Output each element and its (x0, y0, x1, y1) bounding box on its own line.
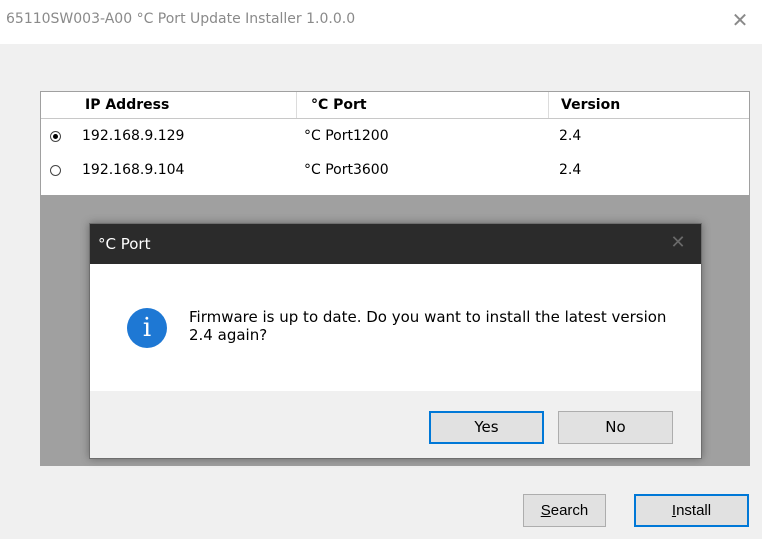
row-version: 2.4 (559, 128, 582, 144)
install-button[interactable]: Install (634, 494, 749, 527)
search-accelerator: S (540, 502, 551, 519)
column-header-version[interactable]: Version (549, 92, 749, 118)
row-port: °C Port3600 (304, 162, 389, 178)
message-dialog: °C Port ✕ i Firmware is up to date. Do y… (89, 223, 702, 459)
info-icon: i (127, 308, 167, 348)
table-row[interactable]: 192.168.9.104 °C Port3600 2.4 (41, 156, 749, 185)
dialog-footer: Yes No (90, 391, 701, 458)
installer-window: 65110SW003-A00 °C Port Update Installer … (0, 0, 762, 539)
column-header-port[interactable]: °C Port (297, 92, 549, 118)
info-icon-glyph: i (142, 313, 152, 343)
install-button-label: nstall (676, 502, 712, 519)
row-ip-address: 192.168.9.129 (82, 128, 185, 144)
search-button[interactable]: Search (523, 494, 606, 527)
search-button-label: earch (550, 502, 589, 519)
table-row[interactable]: 192.168.9.129 °C Port1200 2.4 (41, 122, 749, 151)
column-header-ip-address[interactable]: IP Address (71, 92, 297, 118)
row-version: 2.4 (559, 162, 582, 178)
window-title: 65110SW003-A00 °C Port Update Installer … (6, 11, 356, 27)
dialog-message: Firmware is up to date. Do you want to i… (189, 308, 667, 344)
row-radio-unselected[interactable] (50, 165, 61, 176)
window-titlebar: 65110SW003-A00 °C Port Update Installer … (0, 0, 762, 44)
dialog-title: °C Port (98, 235, 151, 253)
row-port: °C Port1200 (304, 128, 389, 144)
no-button[interactable]: No (558, 411, 673, 444)
row-ip-address: 192.168.9.104 (82, 162, 185, 178)
yes-button[interactable]: Yes (429, 411, 544, 444)
window-close-icon[interactable]: ✕ (728, 8, 752, 32)
dialog-close-icon[interactable]: ✕ (667, 232, 689, 254)
dialog-titlebar: °C Port ✕ (90, 224, 701, 264)
device-list-rows: 192.168.9.129 °C Port1200 2.4 192.168.9.… (41, 119, 749, 195)
device-list-header: IP Address °C Port Version (41, 92, 749, 119)
row-radio-selected[interactable] (50, 131, 61, 142)
